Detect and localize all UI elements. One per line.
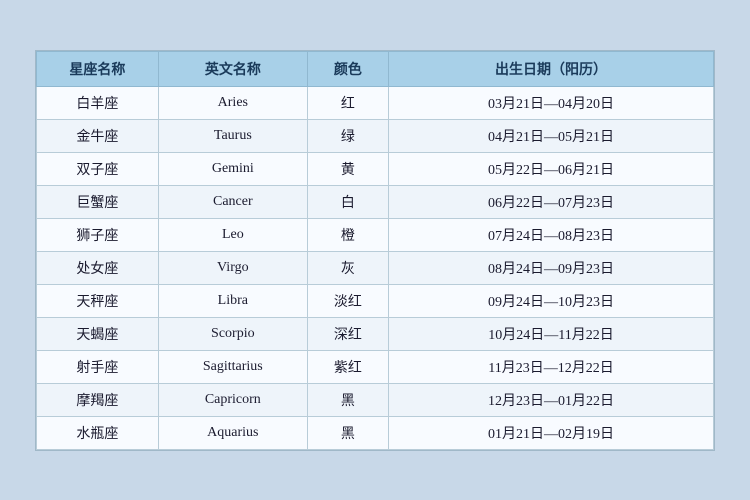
cell-color: 橙 (307, 218, 388, 251)
cell-chinese: 天蝎座 (37, 317, 159, 350)
cell-english: Scorpio (158, 317, 307, 350)
cell-english: Cancer (158, 185, 307, 218)
cell-chinese: 水瓶座 (37, 416, 159, 449)
cell-chinese: 摩羯座 (37, 383, 159, 416)
cell-date: 05月22日—06月21日 (389, 152, 714, 185)
cell-date: 11月23日—12月22日 (389, 350, 714, 383)
cell-color: 深红 (307, 317, 388, 350)
zodiac-table-container: 星座名称 英文名称 颜色 出生日期（阳历） 白羊座Aries红03月21日—04… (35, 50, 715, 451)
cell-chinese: 射手座 (37, 350, 159, 383)
cell-english: Capricorn (158, 383, 307, 416)
cell-date: 01月21日—02月19日 (389, 416, 714, 449)
table-row: 天蝎座Scorpio深红10月24日—11月22日 (37, 317, 714, 350)
table-row: 天秤座Libra淡红09月24日—10月23日 (37, 284, 714, 317)
cell-chinese: 白羊座 (37, 86, 159, 119)
cell-chinese: 金牛座 (37, 119, 159, 152)
cell-date: 10月24日—11月22日 (389, 317, 714, 350)
zodiac-table: 星座名称 英文名称 颜色 出生日期（阳历） 白羊座Aries红03月21日—04… (36, 51, 714, 450)
cell-color: 绿 (307, 119, 388, 152)
table-row: 狮子座Leo橙07月24日—08月23日 (37, 218, 714, 251)
cell-chinese: 处女座 (37, 251, 159, 284)
header-chinese: 星座名称 (37, 51, 159, 86)
cell-date: 06月22日—07月23日 (389, 185, 714, 218)
cell-chinese: 狮子座 (37, 218, 159, 251)
table-row: 摩羯座Capricorn黑12月23日—01月22日 (37, 383, 714, 416)
table-row: 射手座Sagittarius紫红11月23日—12月22日 (37, 350, 714, 383)
cell-color: 紫红 (307, 350, 388, 383)
cell-english: Leo (158, 218, 307, 251)
cell-chinese: 巨蟹座 (37, 185, 159, 218)
cell-english: Virgo (158, 251, 307, 284)
table-header-row: 星座名称 英文名称 颜色 出生日期（阳历） (37, 51, 714, 86)
header-date: 出生日期（阳历） (389, 51, 714, 86)
header-color: 颜色 (307, 51, 388, 86)
table-row: 白羊座Aries红03月21日—04月20日 (37, 86, 714, 119)
table-row: 巨蟹座Cancer白06月22日—07月23日 (37, 185, 714, 218)
cell-color: 白 (307, 185, 388, 218)
cell-english: Sagittarius (158, 350, 307, 383)
cell-date: 07月24日—08月23日 (389, 218, 714, 251)
cell-date: 09月24日—10月23日 (389, 284, 714, 317)
cell-english: Aquarius (158, 416, 307, 449)
cell-chinese: 双子座 (37, 152, 159, 185)
cell-chinese: 天秤座 (37, 284, 159, 317)
cell-color: 黑 (307, 383, 388, 416)
cell-color: 红 (307, 86, 388, 119)
table-row: 处女座Virgo灰08月24日—09月23日 (37, 251, 714, 284)
cell-color: 灰 (307, 251, 388, 284)
table-row: 水瓶座Aquarius黑01月21日—02月19日 (37, 416, 714, 449)
cell-color: 淡红 (307, 284, 388, 317)
cell-english: Aries (158, 86, 307, 119)
header-english: 英文名称 (158, 51, 307, 86)
cell-date: 12月23日—01月22日 (389, 383, 714, 416)
cell-date: 03月21日—04月20日 (389, 86, 714, 119)
cell-date: 08月24日—09月23日 (389, 251, 714, 284)
cell-english: Taurus (158, 119, 307, 152)
cell-color: 黑 (307, 416, 388, 449)
cell-color: 黄 (307, 152, 388, 185)
cell-english: Libra (158, 284, 307, 317)
table-row: 双子座Gemini黄05月22日—06月21日 (37, 152, 714, 185)
cell-date: 04月21日—05月21日 (389, 119, 714, 152)
table-row: 金牛座Taurus绿04月21日—05月21日 (37, 119, 714, 152)
cell-english: Gemini (158, 152, 307, 185)
table-body: 白羊座Aries红03月21日—04月20日金牛座Taurus绿04月21日—0… (37, 86, 714, 449)
